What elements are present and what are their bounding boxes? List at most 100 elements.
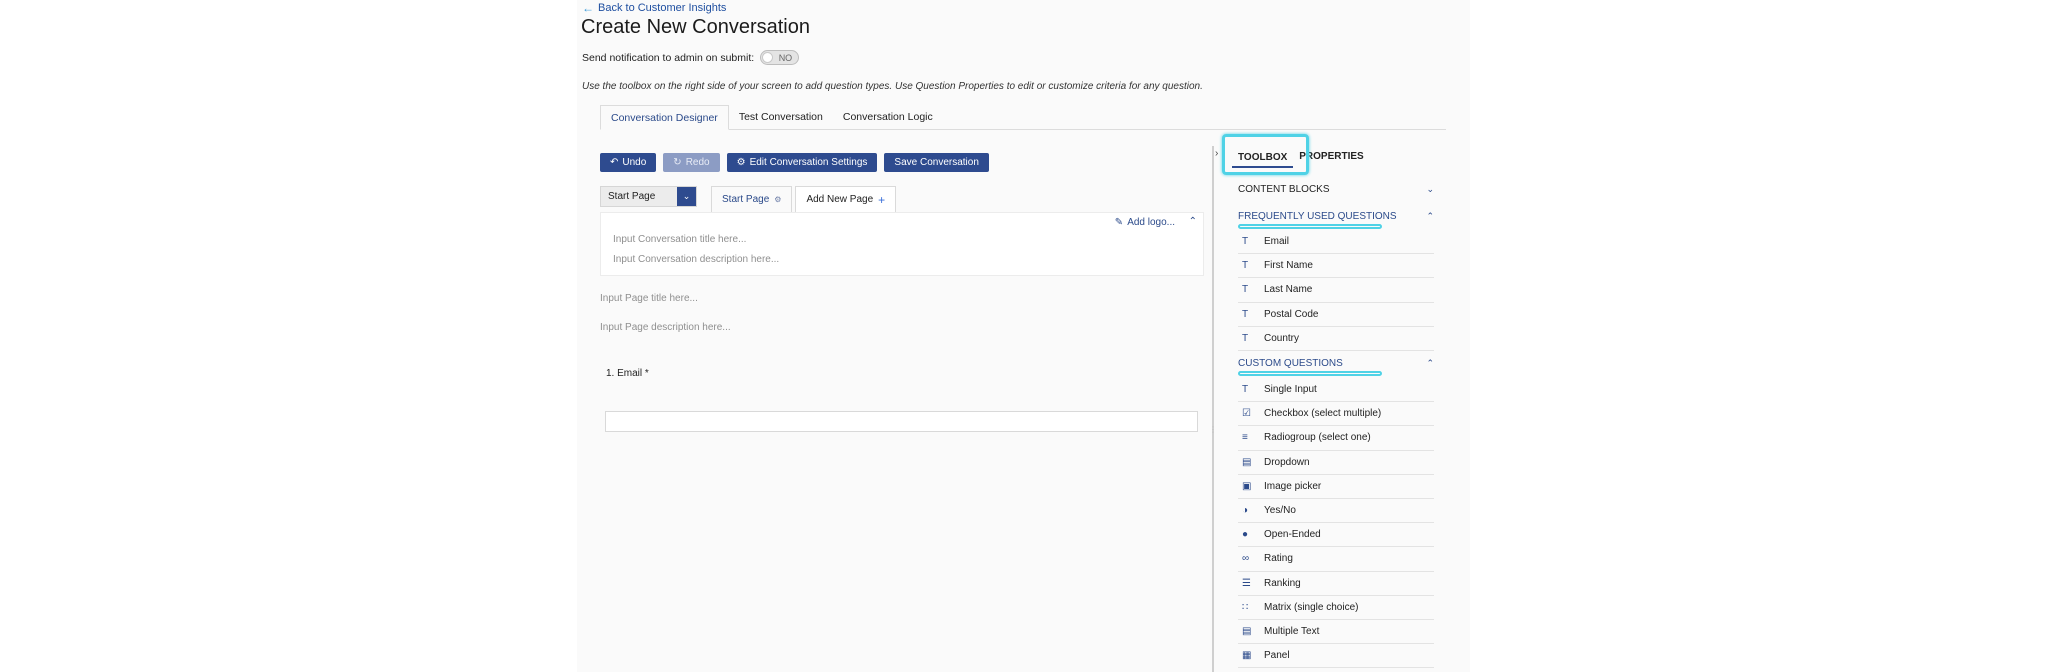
list-item[interactable]: ∞ Rating (1238, 547, 1434, 572)
section-title: CONTENT BLOCKS (1238, 184, 1330, 195)
item-label: First Name (1264, 260, 1313, 272)
resize-handle-icon[interactable]: ⋮ (1209, 425, 1217, 434)
chevron-right-icon[interactable]: › (1215, 148, 1218, 159)
add-logo-button[interactable]: ✎ Add logo... (1115, 217, 1175, 228)
add-page-label: Add New Page (806, 194, 874, 205)
page-tab-label: Start Page (722, 194, 770, 205)
toggle-knob (762, 52, 774, 63)
panel-icon: ▦ (1242, 650, 1252, 662)
instructions-text: Use the toolbox on the right side of you… (582, 81, 1203, 92)
text-icon: T (1242, 260, 1249, 272)
item-label: Postal Code (1264, 308, 1319, 320)
chevron-down-icon[interactable]: ⌄ (677, 187, 696, 206)
notification-label: Send notification to admin on submit: (582, 51, 755, 64)
radiogroup-icon: ≡ (1242, 432, 1248, 444)
redo-button[interactable]: ↻ Redo (663, 153, 720, 172)
multiple-text-icon: ▤ (1242, 625, 1252, 637)
item-label: Country (1264, 332, 1300, 344)
list-item[interactable]: ▦ Panel (1238, 644, 1434, 669)
rating-icon: ∞ (1242, 553, 1250, 565)
page-settings-icon[interactable]: ⚙ (774, 195, 781, 204)
comment-icon: ● (1242, 529, 1249, 541)
item-label: Radiogroup (select one) (1264, 432, 1371, 444)
text-icon: T (1242, 308, 1249, 320)
toolbox-highlight (1222, 134, 1309, 175)
custom-questions-list: T Single Input ☑ Checkbox (select multiple… (1238, 378, 1434, 669)
list-item[interactable]: T First Name (1238, 254, 1434, 279)
custom-questions-highlight (1238, 371, 1382, 376)
page-tab-start[interactable]: Start Page ⚙ (711, 186, 793, 212)
section-title: CUSTOM QUESTIONS (1238, 358, 1343, 369)
tab-conversation-logic[interactable]: Conversation Logic (833, 105, 943, 130)
chevron-up-icon: ⌃ (1426, 358, 1434, 368)
add-new-page-tab[interactable]: Add New Page + (795, 186, 897, 212)
edit-settings-label: Edit Conversation Settings (749, 157, 868, 168)
undo-icon: ↶ (610, 157, 619, 168)
list-item[interactable]: T Country (1238, 327, 1434, 351)
list-item[interactable]: ∷ Matrix (single choice) (1238, 596, 1434, 620)
chevron-up-icon[interactable]: ⌃ (1189, 216, 1197, 227)
section-custom-questions[interactable]: CUSTOM QUESTIONS ⌃ (1238, 358, 1434, 369)
text-icon: T (1242, 236, 1249, 248)
item-label: Checkbox (select multiple) (1264, 408, 1382, 420)
gear-icon: ⚙ (736, 157, 746, 168)
page-title-input[interactable]: Input Page title here... (600, 293, 698, 304)
item-label: Email (1264, 236, 1290, 248)
item-label: Last Name (1264, 284, 1313, 296)
list-item[interactable]: ◑ Yes/No (1238, 499, 1434, 524)
list-item[interactable]: ☑ Checkbox (select multiple) (1238, 402, 1434, 427)
yes-no-icon: ◑ (1242, 505, 1249, 517)
item-label: Single Input (1264, 384, 1317, 396)
item-label: Rating (1264, 553, 1293, 565)
frequently-used-highlight (1238, 224, 1382, 229)
ranking-icon: ☰ (1242, 577, 1251, 589)
designer-toolbar: ↶ Undo ↻ Redo ⚙ Edit Conversation Settin… (600, 153, 989, 172)
image-icon: ▣ (1242, 480, 1252, 492)
question-title[interactable]: 1. Email * (606, 368, 649, 379)
panel-divider[interactable] (1212, 146, 1214, 672)
undo-label: Undo (622, 157, 647, 168)
redo-icon: ↻ (673, 157, 682, 168)
list-item[interactable]: ≡ Radiogroup (select one) (1238, 426, 1434, 451)
redo-label: Redo (685, 157, 710, 168)
page-select[interactable]: Start Page ⌄ (600, 186, 697, 207)
list-item[interactable]: ▤ Dropdown (1238, 451, 1434, 475)
save-conversation-button[interactable]: Save Conversation (884, 153, 989, 172)
section-content-blocks[interactable]: CONTENT BLOCKS ⌄ (1238, 184, 1434, 195)
toggle-state: NO (778, 52, 793, 63)
page-navigation: Start Page ⌄ Start Page ⚙ Add New Page + (600, 186, 897, 212)
list-item[interactable]: ▤ Multiple Text (1238, 620, 1434, 645)
dropdown-icon: ▤ (1242, 456, 1252, 468)
chevron-up-icon: ⌃ (1426, 211, 1434, 221)
list-item[interactable]: ☰ Ranking (1238, 572, 1434, 596)
list-item[interactable]: T Postal Code (1238, 303, 1434, 327)
list-item[interactable]: T Last Name (1238, 278, 1434, 303)
conversation-description-input[interactable]: Input Conversation description here... (613, 254, 779, 265)
section-frequently-used[interactable]: FREQUENTLY USED QUESTIONS ⌃ (1238, 211, 1434, 222)
page-title: Create New Conversation (581, 16, 810, 38)
tab-test-conversation[interactable]: Test Conversation (729, 105, 833, 130)
list-item[interactable]: T Email (1238, 230, 1434, 255)
list-item[interactable]: ● Open-Ended (1238, 523, 1434, 548)
checkbox-icon: ☑ (1242, 408, 1251, 420)
save-label: Save Conversation (894, 157, 979, 168)
arrow-left-icon: ← (582, 1, 594, 15)
notification-toggle[interactable]: NO (760, 50, 800, 65)
matrix-icon: ∷ (1242, 601, 1249, 613)
designer-tabs: Conversation Designer Test Conversation … (600, 105, 1446, 130)
tab-conversation-designer[interactable]: Conversation Designer (600, 105, 729, 130)
conversation-title-input[interactable]: Input Conversation title here... (613, 234, 746, 245)
conversation-header-box: ✎ Add logo... ⌃ Input Conversation title… (600, 212, 1204, 276)
item-label: Panel (1264, 650, 1290, 662)
question-answer-input[interactable] (605, 411, 1198, 432)
text-icon: T (1242, 384, 1249, 396)
add-logo-label: Add logo... (1127, 217, 1175, 228)
undo-button[interactable]: ↶ Undo (600, 153, 657, 172)
text-icon: T (1242, 284, 1249, 296)
list-item[interactable]: ▣ Image picker (1238, 475, 1434, 499)
page-description-input[interactable]: Input Page description here... (600, 322, 731, 333)
edit-conversation-settings-button[interactable]: ⚙ Edit Conversation Settings (726, 153, 878, 172)
back-link[interactable]: ← Back to Customer Insights (582, 1, 726, 15)
list-item[interactable]: T Single Input (1238, 378, 1434, 403)
item-label: Matrix (single choice) (1264, 601, 1359, 613)
